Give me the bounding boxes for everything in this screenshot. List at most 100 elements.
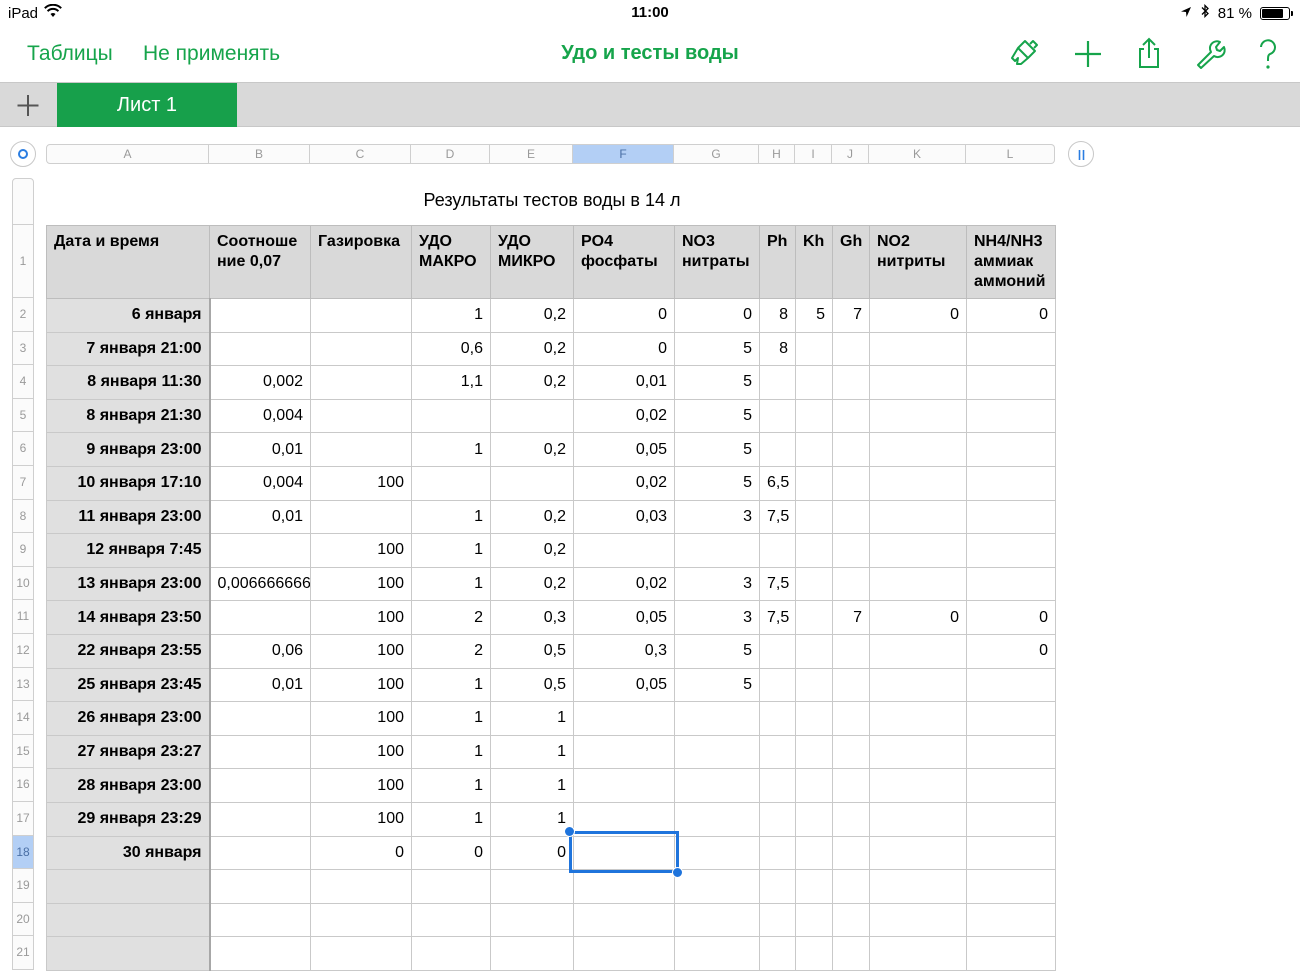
table-cell[interactable]: 5 (674, 331, 760, 367)
table-cell[interactable] (209, 902, 311, 938)
table-cell[interactable] (209, 835, 311, 871)
table-cell[interactable]: 100 (310, 768, 412, 803)
table-cell[interactable] (310, 869, 412, 904)
table-cell[interactable] (795, 835, 833, 871)
table-cell[interactable] (832, 432, 870, 467)
table-cell[interactable] (966, 465, 1056, 501)
table-cell[interactable] (209, 869, 311, 904)
table-cell[interactable]: 0 (869, 600, 967, 635)
row-label-cell[interactable]: 27 января 23:27 (46, 734, 211, 770)
table-cell[interactable]: 1 (411, 734, 491, 770)
table-cell[interactable]: 5 (674, 365, 760, 400)
table-cell[interactable]: 0,02 (573, 465, 675, 501)
row-header-17[interactable]: 17 (12, 802, 34, 836)
column-header-e[interactable]: E (490, 144, 573, 164)
table-cell[interactable]: 5 (674, 465, 760, 501)
table-cell[interactable] (832, 667, 870, 703)
table-cell[interactable]: 2 (411, 633, 491, 669)
table-cell[interactable] (310, 936, 412, 971)
table-cell[interactable]: 0 (490, 835, 574, 871)
column-title[interactable]: NH4/NH3 аммиак аммоний (966, 225, 1056, 299)
table-cell[interactable] (966, 331, 1056, 367)
row-label-cell[interactable]: 8 января 21:30 (46, 398, 211, 434)
table-cell[interactable]: 0,3 (490, 600, 574, 635)
table-cell[interactable] (869, 701, 967, 736)
table-cell[interactable] (209, 701, 311, 736)
table-cell[interactable]: 100 (310, 667, 412, 703)
table-cell[interactable] (832, 734, 870, 770)
table-cell[interactable]: 0,2 (490, 566, 574, 602)
table-cell[interactable] (759, 398, 796, 434)
table-cell[interactable] (759, 533, 796, 568)
table-cell[interactable]: 0 (573, 298, 675, 333)
table-cell[interactable] (759, 734, 796, 770)
table-cell[interactable]: 0 (411, 835, 491, 871)
row-header-8[interactable]: 8 (12, 499, 34, 534)
table-cell[interactable] (869, 835, 967, 871)
table-cell[interactable]: 8 (759, 298, 796, 333)
table-cell[interactable] (674, 701, 760, 736)
table-cell[interactable]: 5 (674, 398, 760, 434)
table-cell[interactable]: 8 (759, 331, 796, 367)
table-cell[interactable] (674, 734, 760, 770)
table-cell[interactable] (310, 499, 412, 535)
table-cell[interactable]: 0,01 (209, 667, 311, 703)
row-header-16[interactable]: 16 (12, 768, 34, 802)
table-cell[interactable] (573, 768, 675, 803)
table-cell[interactable]: 7,5 (759, 566, 796, 602)
table-cell[interactable]: 0,05 (573, 667, 675, 703)
table-cell[interactable]: 0,3 (573, 633, 675, 669)
table-cell[interactable] (674, 869, 760, 904)
table-cell[interactable]: 1 (411, 768, 491, 803)
row-header-12[interactable]: 12 (12, 634, 34, 668)
column-title[interactable]: Дата и время (46, 225, 210, 299)
table-cell[interactable] (966, 734, 1056, 770)
table-cell[interactable] (832, 331, 870, 367)
table-cell[interactable] (869, 533, 967, 568)
table-cell[interactable] (674, 835, 760, 871)
row-header-title[interactable] (12, 178, 34, 225)
table-cell[interactable] (411, 902, 491, 938)
column-header-c[interactable]: C (310, 144, 411, 164)
table-cell[interactable]: 0,00666666666 (209, 566, 311, 602)
table-cell[interactable] (795, 768, 833, 803)
table-cell[interactable]: 0 (674, 298, 760, 333)
table-cell[interactable]: 1 (411, 298, 491, 333)
table-cell[interactable]: 0,05 (573, 600, 675, 635)
table-cell[interactable] (832, 902, 870, 938)
row-header-3[interactable]: 3 (12, 331, 34, 366)
table-cell[interactable] (209, 768, 311, 803)
select-table-handle[interactable] (10, 141, 36, 167)
table-cell[interactable] (209, 936, 311, 971)
row-header-5[interactable]: 5 (12, 398, 34, 433)
table-cell[interactable] (795, 902, 833, 938)
undo-button[interactable]: Не применять (143, 42, 280, 66)
plus-icon[interactable] (1070, 36, 1106, 72)
table-cell[interactable] (674, 801, 760, 837)
table-cell[interactable]: 5 (674, 667, 760, 703)
row-header-19[interactable]: 19 (12, 869, 34, 903)
table-cell[interactable] (795, 600, 833, 635)
column-title[interactable]: УДО МИКРО (490, 225, 574, 299)
table-cell[interactable] (869, 432, 967, 467)
table-cell[interactable]: 1 (411, 432, 491, 467)
table-cell[interactable] (310, 902, 412, 938)
table-cell[interactable]: 0,5 (490, 667, 574, 703)
table-cell[interactable] (966, 533, 1056, 568)
table-cell[interactable]: 5 (795, 298, 833, 333)
column-title[interactable]: PO4 фосфаты (573, 225, 675, 299)
spreadsheets-back-button[interactable]: Таблицы (27, 42, 113, 66)
table-cell[interactable] (869, 801, 967, 837)
table-cell[interactable] (209, 533, 311, 568)
row-label-cell[interactable]: 8 января 11:30 (46, 365, 211, 400)
table-cell[interactable] (869, 465, 967, 501)
table-cell[interactable] (209, 331, 311, 367)
row-header-4[interactable]: 4 (12, 365, 34, 399)
table-cell[interactable] (795, 499, 833, 535)
table-cell[interactable] (795, 936, 833, 971)
table-cell[interactable] (310, 331, 412, 367)
table-cell[interactable]: 100 (310, 600, 412, 635)
table-cell[interactable] (966, 768, 1056, 803)
row-label-cell[interactable]: 11 января 23:00 (46, 499, 211, 535)
table-cell[interactable]: 3 (674, 600, 760, 635)
